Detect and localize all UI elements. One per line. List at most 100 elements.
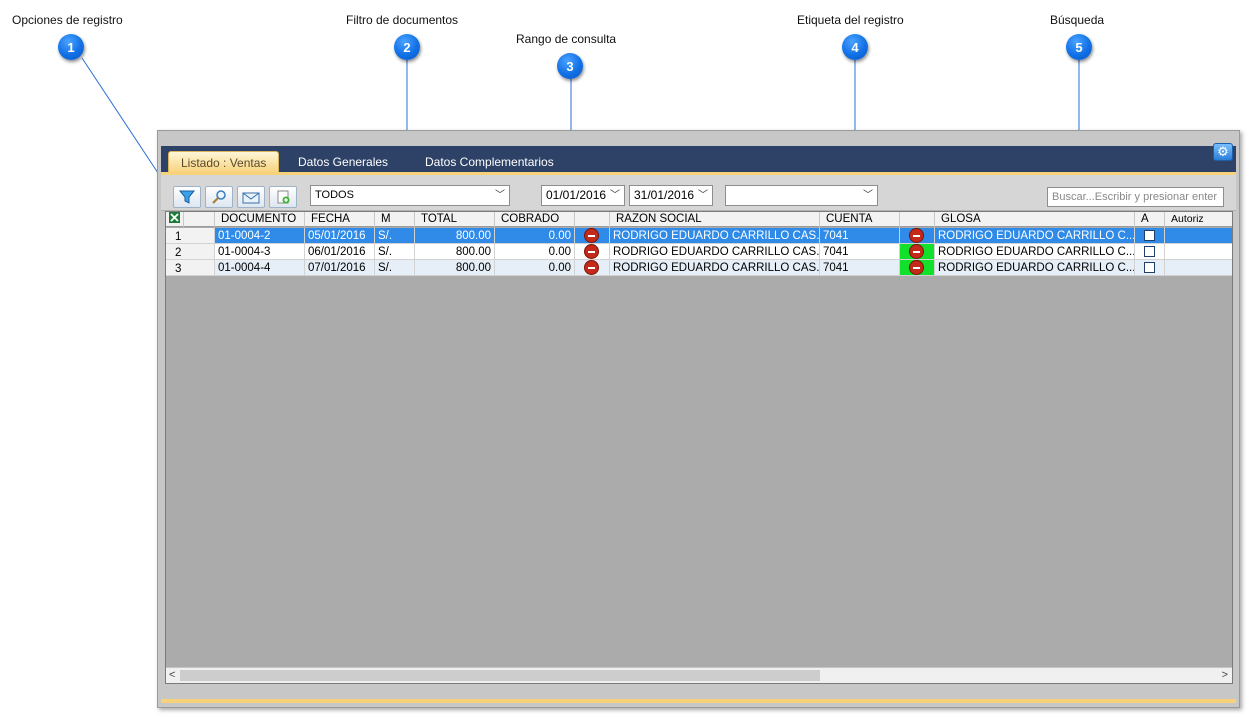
records-grid: DOCUMENTO FECHA M TOTAL COBRADO RAZON SO… bbox=[165, 211, 1233, 684]
gear-icon[interactable]: ⚙ bbox=[1213, 143, 1233, 161]
cell-moneda[interactable]: S/. bbox=[375, 228, 415, 244]
search-input[interactable] bbox=[1047, 187, 1224, 207]
cell-autoriz[interactable] bbox=[1165, 244, 1232, 260]
cell-a[interactable] bbox=[1135, 228, 1165, 244]
column-header-status[interactable] bbox=[575, 212, 610, 227]
document-filter-select[interactable]: TODOS ﹀ bbox=[310, 185, 510, 206]
tab-datos-generales[interactable]: Datos Generales bbox=[286, 151, 400, 173]
cell-cuenta[interactable]: 7041 bbox=[820, 228, 900, 244]
table-row[interactable]: 1 01-0004-2 05/01/2016 S/. 800.00 0.00 R… bbox=[166, 228, 1232, 244]
callout-badge-5: 5 bbox=[1066, 34, 1092, 60]
excel-export-button[interactable] bbox=[166, 212, 184, 227]
cell-fecha[interactable]: 05/01/2016 bbox=[305, 228, 375, 244]
cell-a[interactable] bbox=[1135, 260, 1165, 276]
grid-header-blank bbox=[184, 212, 215, 227]
callout-label-document-filter: Filtro de documentos bbox=[346, 13, 459, 27]
cell-documento[interactable]: 01-0004-2 bbox=[215, 228, 305, 244]
column-header-fecha[interactable]: FECHA bbox=[305, 212, 375, 227]
tab-listado-ventas[interactable]: Listado : Ventas bbox=[168, 151, 280, 173]
cell-glosa[interactable]: RODRIGO EDUARDO CARRILLO C... bbox=[935, 260, 1135, 276]
callout-label-date-range: Rango de consulta bbox=[516, 32, 617, 46]
cell-status[interactable] bbox=[575, 228, 610, 244]
row-checkbox[interactable] bbox=[1144, 262, 1155, 273]
cell-status[interactable] bbox=[575, 260, 610, 276]
cell-moneda[interactable]: S/. bbox=[375, 260, 415, 276]
cell-fecha[interactable]: 07/01/2016 bbox=[305, 260, 375, 276]
filter-button[interactable] bbox=[173, 186, 201, 208]
cell-cobrado[interactable]: 0.00 bbox=[495, 244, 575, 260]
cell-tag[interactable] bbox=[900, 228, 935, 244]
column-header-cuenta[interactable]: CUENTA bbox=[820, 212, 900, 227]
search-records-button[interactable] bbox=[205, 186, 233, 208]
mail-button[interactable] bbox=[237, 186, 265, 208]
cell-total[interactable]: 800.00 bbox=[415, 244, 495, 260]
column-header-autoriz[interactable]: Autoriz bbox=[1165, 212, 1232, 227]
new-document-button[interactable] bbox=[269, 186, 297, 208]
row-number: 3 bbox=[166, 260, 215, 276]
cell-cobrado[interactable]: 0.00 bbox=[495, 260, 575, 276]
new-document-icon bbox=[277, 190, 290, 204]
cell-autoriz[interactable] bbox=[1165, 260, 1232, 276]
cell-a[interactable] bbox=[1135, 244, 1165, 260]
record-tag-select[interactable]: ﹀ bbox=[725, 185, 878, 206]
scrollbar-thumb[interactable] bbox=[180, 670, 820, 681]
callout-badge-1: 1 bbox=[58, 34, 84, 60]
column-header-glosa[interactable]: GLOSA bbox=[935, 212, 1135, 227]
row-number: 1 bbox=[166, 228, 215, 244]
cell-glosa[interactable]: RODRIGO EDUARDO CARRILLO C... bbox=[935, 228, 1135, 244]
callout-badge-4: 4 bbox=[842, 34, 868, 60]
column-header-m[interactable]: M bbox=[375, 212, 415, 227]
cell-glosa[interactable]: RODRIGO EDUARDO CARRILLO C... bbox=[935, 244, 1135, 260]
cell-documento[interactable]: 01-0004-3 bbox=[215, 244, 305, 260]
cell-autoriz[interactable] bbox=[1165, 228, 1232, 244]
cell-total[interactable]: 800.00 bbox=[415, 228, 495, 244]
column-header-total[interactable]: TOTAL bbox=[415, 212, 495, 227]
cell-razon-social[interactable]: RODRIGO EDUARDO CARRILLO CAS... bbox=[610, 228, 820, 244]
stop-icon bbox=[584, 244, 599, 259]
cell-razon-social[interactable]: RODRIGO EDUARDO CARRILLO CAS... bbox=[610, 260, 820, 276]
application-window: ⚙ Listado : Ventas Datos Generales Datos… bbox=[157, 130, 1240, 708]
callout-label-registro-options: Opciones de registro bbox=[12, 13, 123, 27]
tab-datos-complementarios[interactable]: Datos Complementarios bbox=[413, 151, 566, 173]
row-number: 2 bbox=[166, 244, 215, 260]
chevron-down-icon: ﹀ bbox=[610, 190, 620, 201]
horizontal-scrollbar[interactable]: < > bbox=[166, 667, 1232, 683]
column-header-tag[interactable] bbox=[900, 212, 935, 227]
filter-icon bbox=[179, 190, 195, 204]
callout-badge-3: 3 bbox=[557, 53, 583, 79]
cell-total[interactable]: 800.00 bbox=[415, 260, 495, 276]
date-from-value: 01/01/2016 bbox=[546, 188, 607, 202]
cell-cuenta[interactable]: 7041 bbox=[820, 244, 900, 260]
cell-cuenta[interactable]: 7041 bbox=[820, 260, 900, 276]
stop-icon bbox=[584, 228, 599, 243]
chevron-left-icon[interactable]: < bbox=[169, 668, 175, 683]
chevron-down-icon: ﹀ bbox=[698, 190, 708, 201]
column-header-cobrado[interactable]: COBRADO bbox=[495, 212, 575, 227]
column-header-documento[interactable]: DOCUMENTO bbox=[215, 212, 305, 227]
cell-moneda[interactable]: S/. bbox=[375, 244, 415, 260]
table-row[interactable]: 2 01-0004-3 06/01/2016 S/. 800.00 0.00 R… bbox=[166, 244, 1232, 260]
chevron-down-icon: ﹀ bbox=[863, 190, 873, 201]
chevron-right-icon[interactable]: > bbox=[1222, 668, 1228, 683]
table-row[interactable]: 3 01-0004-4 07/01/2016 S/. 800.00 0.00 R… bbox=[166, 260, 1232, 276]
date-to-picker[interactable]: 31/01/2016 ﹀ bbox=[629, 185, 713, 206]
cell-cobrado[interactable]: 0.00 bbox=[495, 228, 575, 244]
cell-documento[interactable]: 01-0004-4 bbox=[215, 260, 305, 276]
toolbar: TODOS ﹀ 01/01/2016 ﹀ 31/01/2016 ﹀ ﹀ bbox=[161, 175, 1236, 211]
callout-label-search: Búsqueda bbox=[1050, 13, 1105, 27]
row-checkbox[interactable] bbox=[1144, 230, 1155, 241]
cell-razon-social[interactable]: RODRIGO EDUARDO CARRILLO CAS... bbox=[610, 244, 820, 260]
callout-label-record-tag: Etiqueta del registro bbox=[797, 13, 904, 27]
column-header-razon-social[interactable]: RAZON SOCIAL bbox=[610, 212, 820, 227]
callout-badge-2: 2 bbox=[394, 34, 420, 60]
chevron-down-icon: ﹀ bbox=[495, 190, 505, 201]
cell-tag[interactable] bbox=[900, 244, 935, 260]
mail-icon bbox=[242, 192, 260, 204]
date-from-picker[interactable]: 01/01/2016 ﹀ bbox=[541, 185, 625, 206]
cell-fecha[interactable]: 06/01/2016 bbox=[305, 244, 375, 260]
excel-icon bbox=[169, 212, 180, 223]
cell-status[interactable] bbox=[575, 244, 610, 260]
column-header-a[interactable]: A bbox=[1135, 212, 1165, 227]
row-checkbox[interactable] bbox=[1144, 246, 1155, 257]
cell-tag[interactable] bbox=[900, 260, 935, 276]
